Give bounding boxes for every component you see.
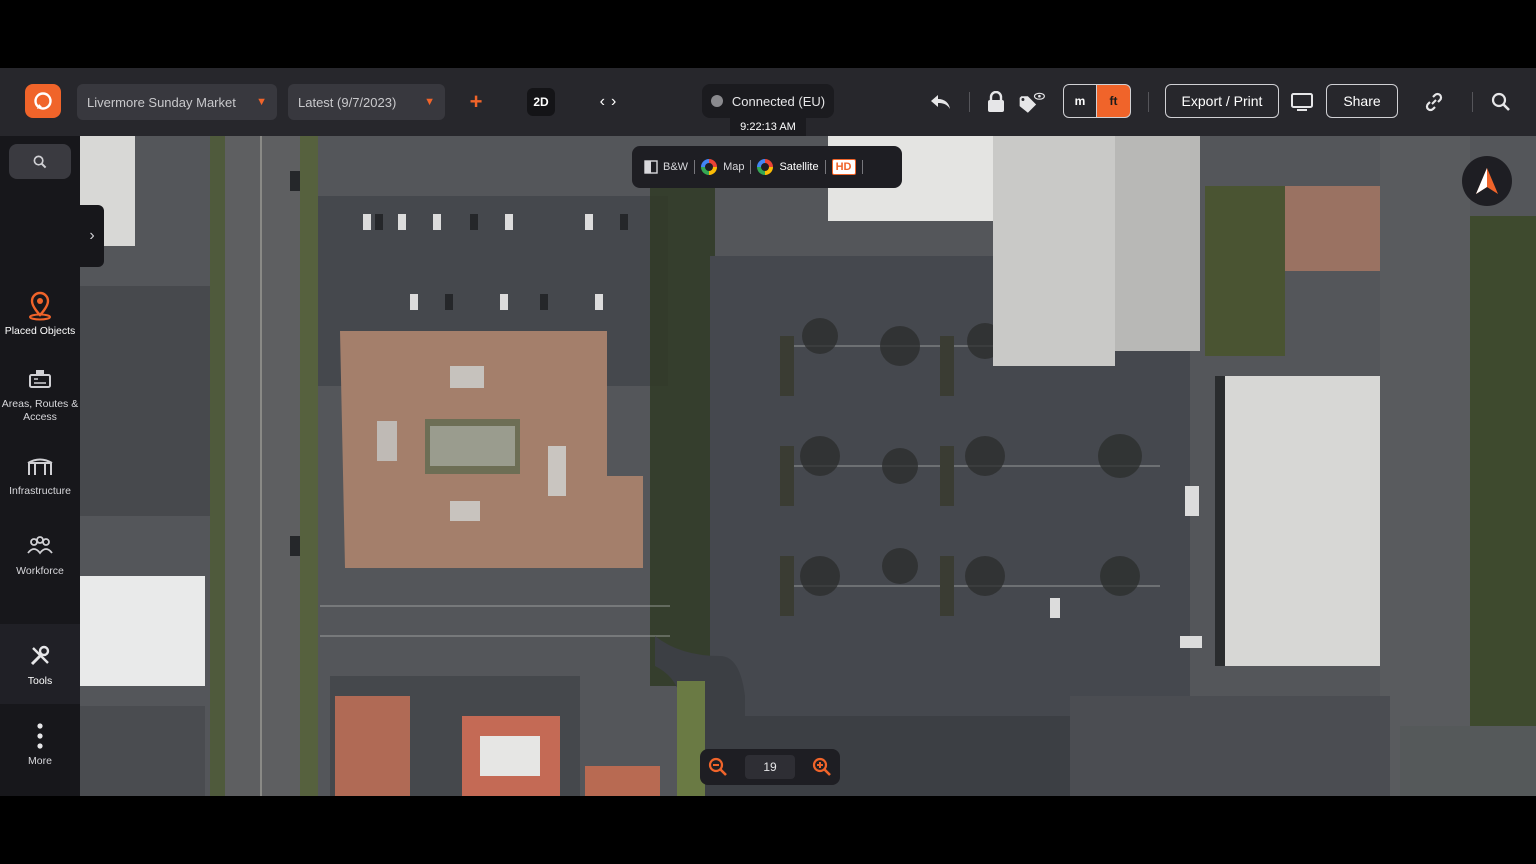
map-pin-icon bbox=[29, 291, 51, 320]
chevron-left-icon[interactable]: ‹ bbox=[600, 93, 605, 111]
unit-meters-button[interactable]: m bbox=[1063, 84, 1097, 118]
google-icon bbox=[701, 159, 718, 175]
tag-visibility-button[interactable] bbox=[1018, 88, 1046, 116]
sidebar-search-button[interactable] bbox=[9, 144, 71, 179]
search-button[interactable] bbox=[1487, 88, 1515, 116]
sidebar-item-label: Tools bbox=[27, 674, 53, 687]
sidebar-item-label: Areas, Routes & Access bbox=[1, 398, 79, 423]
connection-status: Connected (EU) bbox=[702, 84, 834, 118]
monitor-icon bbox=[1291, 93, 1313, 111]
layer-hd[interactable]: HD bbox=[826, 157, 862, 177]
satellite-imagery[interactable] bbox=[80, 136, 1536, 796]
layer-satellite-label: Satellite bbox=[779, 161, 819, 173]
zoom-in-icon[interactable] bbox=[812, 757, 832, 777]
sidebar-item-label: Workforce bbox=[16, 564, 64, 577]
map-layer-switcher: B&W Map Satellite HD bbox=[632, 146, 902, 188]
link-icon bbox=[1425, 92, 1443, 112]
chevron-down-icon: ▼ bbox=[256, 96, 267, 108]
search-icon bbox=[33, 155, 47, 168]
sidebar-item-workforce[interactable]: Workforce bbox=[0, 514, 80, 594]
sidebar-item-infrastructure[interactable]: Infrastructure bbox=[0, 434, 80, 514]
tent-icon bbox=[27, 458, 53, 475]
undo-icon bbox=[931, 95, 950, 109]
tools-icon bbox=[30, 645, 50, 665]
sidebar-expand-button[interactable]: › bbox=[80, 205, 104, 267]
people-icon bbox=[27, 535, 53, 554]
version-select[interactable]: Latest (9/7/2023) ▼ bbox=[288, 84, 445, 120]
share-button[interactable]: Share bbox=[1326, 84, 1398, 118]
chat-bubble-logo-icon bbox=[34, 92, 52, 110]
sidebar-item-label: Infrastructure bbox=[9, 484, 71, 497]
code-nav-arrows[interactable]: ‹ › bbox=[592, 88, 624, 116]
sidebar-item-placed-objects[interactable]: Placed Objects bbox=[0, 274, 80, 354]
add-button[interactable]: + bbox=[465, 88, 487, 116]
export-print-button[interactable]: Export / Print bbox=[1165, 84, 1279, 118]
project-select[interactable]: Livermore Sunday Market ▼ bbox=[77, 84, 277, 120]
toolbar-divider bbox=[1148, 92, 1149, 112]
compass-north-icon bbox=[1476, 168, 1498, 194]
app-window: Livermore Sunday Market ▼ Latest (9/7/20… bbox=[0, 68, 1536, 796]
layer-satellite[interactable]: Satellite bbox=[751, 157, 824, 177]
lock-button[interactable] bbox=[982, 88, 1010, 116]
undo-button[interactable] bbox=[926, 88, 954, 116]
zoom-out-icon[interactable] bbox=[708, 757, 728, 777]
layer-bw[interactable]: B&W bbox=[638, 157, 694, 177]
layer-divider bbox=[861, 160, 863, 174]
layer-bw-label: B&W bbox=[663, 161, 689, 173]
app-logo-button[interactable] bbox=[25, 84, 61, 118]
google-icon bbox=[757, 159, 774, 175]
layer-map[interactable]: Map bbox=[695, 157, 750, 177]
sidebar-item-label: More bbox=[28, 754, 52, 767]
layer-map-label: Map bbox=[723, 161, 745, 173]
zoom-control: 19 bbox=[700, 749, 840, 785]
sidebar-item-tools[interactable]: Tools bbox=[0, 624, 80, 704]
unit-feet-button[interactable]: ft bbox=[1097, 84, 1131, 118]
plus-icon: + bbox=[469, 89, 483, 114]
tag-eye-icon bbox=[1019, 92, 1045, 113]
bw-map-icon bbox=[644, 160, 658, 174]
lock-icon bbox=[988, 91, 1004, 112]
left-sidebar: Placed Objects Areas, Routes & Access In… bbox=[0, 136, 80, 796]
chevron-right-icon: › bbox=[89, 227, 95, 244]
sidebar-item-label: Placed Objects bbox=[4, 324, 76, 337]
satellite-map[interactable]: B&W Map Satellite HD 19 bbox=[80, 136, 1536, 796]
view-mode-toggle[interactable]: 2D bbox=[527, 88, 555, 116]
top-toolbar: Livermore Sunday Market ▼ Latest (9/7/20… bbox=[0, 68, 1536, 136]
sidebar-item-areas-routes-access[interactable]: Areas, Routes & Access bbox=[0, 354, 80, 434]
copy-link-button[interactable] bbox=[1420, 88, 1448, 116]
chevron-right-icon[interactable]: › bbox=[611, 93, 616, 111]
version-select-label: Latest (9/7/2023) bbox=[298, 94, 397, 110]
search-icon bbox=[1491, 92, 1510, 111]
more-vertical-icon bbox=[37, 722, 43, 749]
present-button[interactable] bbox=[1288, 88, 1316, 116]
toolbar-divider bbox=[969, 92, 970, 112]
connection-status-label: Connected (EU) bbox=[731, 93, 826, 109]
project-select-label: Livermore Sunday Market bbox=[87, 94, 236, 110]
sidebar-item-more[interactable]: More bbox=[0, 704, 80, 784]
compass-button[interactable] bbox=[1462, 156, 1512, 206]
route-icon bbox=[29, 370, 51, 388]
hd-badge: HD bbox=[831, 159, 856, 175]
zoom-level: 19 bbox=[745, 755, 795, 779]
chevron-down-icon: ▼ bbox=[424, 96, 435, 108]
clock-time: 9:22:13 AM bbox=[730, 118, 806, 136]
toolbar-divider bbox=[1472, 92, 1473, 112]
status-dot-icon bbox=[710, 95, 723, 107]
